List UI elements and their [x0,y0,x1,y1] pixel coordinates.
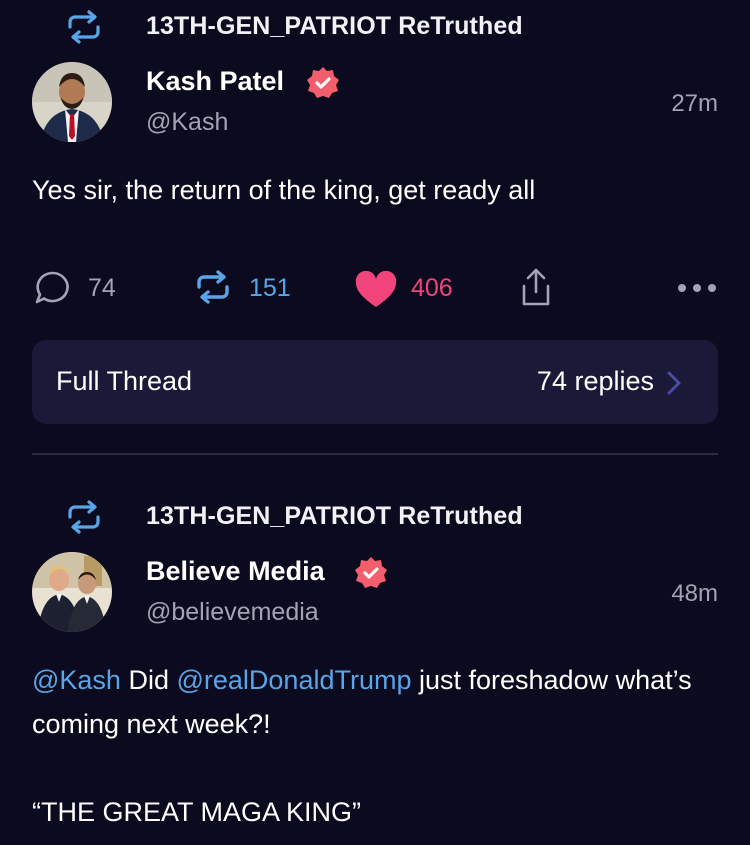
retruth-count: 151 [249,274,291,302]
share-icon[interactable] [520,266,552,308]
avatar-photo [32,552,112,632]
full-thread-button[interactable]: Full Thread 74 replies [32,340,718,424]
post-body: @Kash Did @realDonaldTrump just foreshad… [32,658,722,834]
author-name[interactable]: Believe Media [146,556,325,587]
chevron-right-icon [667,371,681,395]
timestamp: 48m [671,580,718,607]
divider [32,453,718,455]
retruth-label[interactable]: 13TH-GEN_PATRIOT ReTruthed [146,502,523,531]
author-name[interactable]: Kash Patel [146,66,284,97]
like-count: 406 [411,274,453,302]
heart-icon[interactable] [354,271,398,309]
retruth-label[interactable]: 13TH-GEN_PATRIOT ReTruthed [146,12,523,41]
reply-count: 74 [88,274,116,302]
thread-replies-count: 74 replies [536,366,654,396]
timestamp: 27m [671,90,718,117]
retruth-icon[interactable] [193,270,233,304]
avatar[interactable] [32,62,112,142]
post-body: Yes sir, the return of the king, get rea… [32,175,536,205]
avatar-photo [32,62,112,142]
verified-badge-icon [355,557,387,588]
retruth-icon [68,500,100,534]
post-quote-text: “THE GREAT MAGA KING” [32,797,362,827]
retruth-icon [68,10,100,44]
avatar[interactable] [32,552,112,632]
full-thread-label: Full Thread [56,366,193,396]
mention-link[interactable]: @realDonaldTrump [176,665,411,695]
more-dots-icon[interactable] [676,282,718,294]
mention-link[interactable]: @Kash [32,665,121,695]
verified-badge-icon [307,67,339,98]
action-bar: 74 151 406 [0,262,750,318]
post-text: Did [120,665,177,695]
retruth-header: 13TH-GEN_PATRIOT ReTruthed [0,0,750,60]
speech-bubble-icon[interactable] [32,268,72,308]
feed: 13TH-GEN_PATRIOT ReTruthed Kash Patel @K… [0,0,750,845]
author-handle[interactable]: @Kash [146,108,228,137]
retruth-header: 13TH-GEN_PATRIOT ReTruthed [0,490,750,550]
author-handle[interactable]: @believemedia [146,598,319,627]
